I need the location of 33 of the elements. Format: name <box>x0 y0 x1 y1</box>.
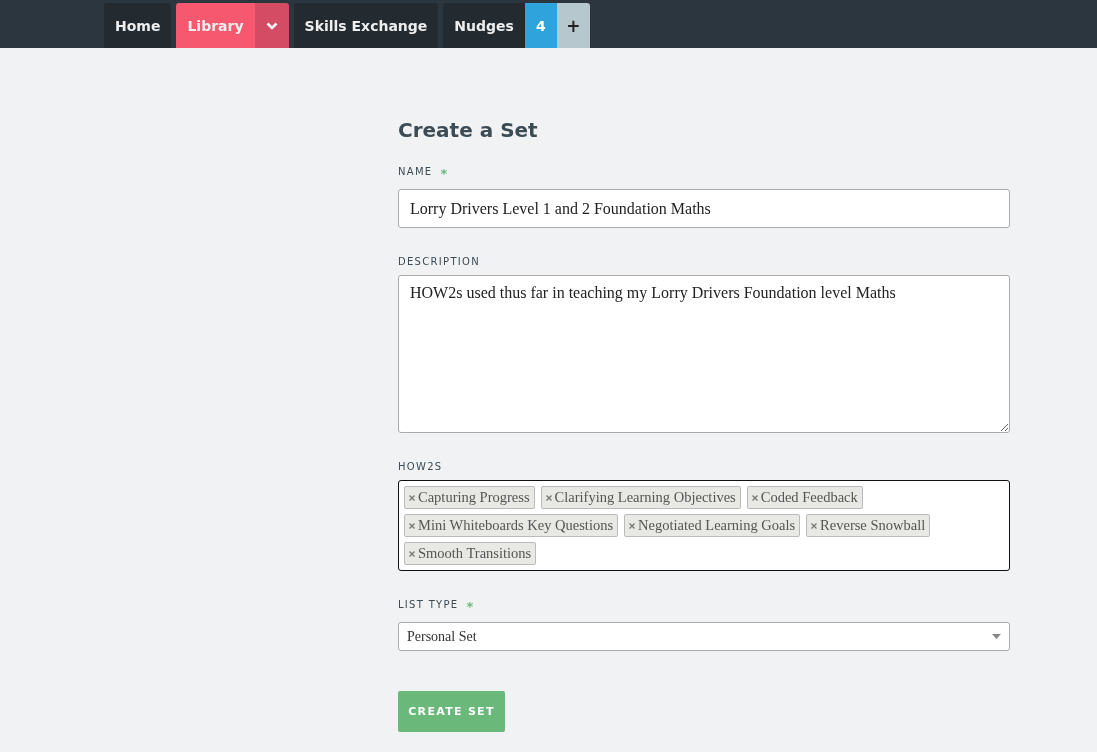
dropdown-arrow-icon <box>992 634 1001 639</box>
nav-tab[interactable]: Skills Exchange <box>293 3 439 48</box>
remove-icon[interactable] <box>409 522 415 529</box>
tag-label: Smooth Transitions <box>418 545 532 562</box>
field-label: DESCRIPTION <box>398 256 480 267</box>
form-title: Create a Set <box>398 118 539 142</box>
tag-label: Capturing Progress <box>418 489 530 506</box>
description-textarea[interactable]: HOW2s used thus far in teaching my Lorry Drivers Foundation level Maths <box>398 275 1010 433</box>
nav-tab[interactable]: Home <box>104 3 172 48</box>
remove-icon[interactable] <box>409 494 415 501</box>
remove-icon[interactable] <box>751 494 758 501</box>
nav-tab[interactable]: Nudges <box>443 3 525 48</box>
field-label: LIST TYPE <box>398 599 459 612</box>
dropdown-toggle[interactable] <box>254 3 289 48</box>
tag-label: Reverse Snowball <box>820 517 926 534</box>
field-label: NAME <box>398 166 433 179</box>
list-type-select[interactable]: Personal Set <box>398 622 1010 651</box>
required-mark: * <box>466 599 475 614</box>
remove-icon[interactable] <box>409 550 415 557</box>
remove-icon[interactable] <box>629 522 636 529</box>
count-badge: 4 <box>524 3 557 48</box>
remove-icon[interactable] <box>545 494 552 501</box>
chevron-down-icon <box>265 21 278 30</box>
remove-icon[interactable] <box>811 522 818 529</box>
tag-label: Clarifying Learning Objectives <box>554 489 736 506</box>
add-button[interactable]: + <box>556 3 590 48</box>
tag-label: Coded Feedback <box>760 489 858 506</box>
tag-label: Negotiated Learning Goals <box>638 517 796 534</box>
field-label: HOW2S <box>398 461 443 472</box>
tag-label: Mini Whiteboards Key Questions <box>418 517 614 534</box>
tag-input-field[interactable]: Capturing Progress Clarifying Learning Objectives Coded Feedback Mini Whiteboards Key Questions Negotiated Learning Goals Reverse Snowball Smooth Transitions <box>398 480 1010 571</box>
required-mark: * <box>440 166 449 181</box>
name-input[interactable]: Lorry Drivers Level 1 and 2 Foundation Maths <box>398 189 1010 228</box>
